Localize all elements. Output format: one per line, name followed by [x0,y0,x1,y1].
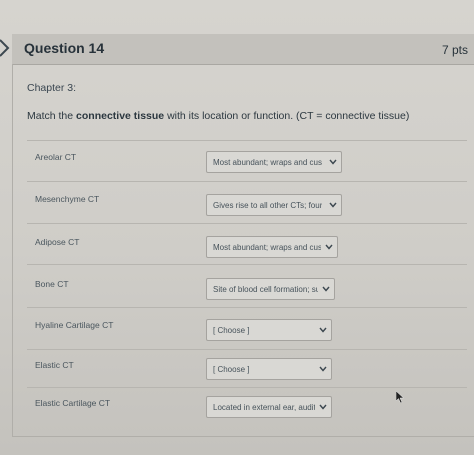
select-value: [ Choose ] [213,364,250,374]
match-select-elastic-cartilage[interactable]: Located in external ear, audito [206,396,332,418]
match-select-bone[interactable]: Site of blood cell formation; su [206,278,335,300]
select-value: Located in external ear, audito [213,402,315,412]
prompt-text-after: with its location or function. (CT = con… [164,110,410,122]
select-value: Most abundant; wraps and cus [213,157,322,167]
match-row-label: Adipose CT [35,237,80,247]
match-row-label: Hyaline Cartilage CT [35,320,114,330]
divider [27,349,467,350]
divider [27,264,467,265]
chevron-down-icon [325,244,333,250]
divider [27,140,467,141]
prompt-text-before: Match the [27,110,77,122]
match-row-label: Mesenchyme CT [35,194,100,204]
question-title: Question 14 [24,40,105,56]
chevron-down-icon [329,159,337,165]
match-select-areolar[interactable]: Most abundant; wraps and cus [206,151,342,173]
back-arrow-icon[interactable] [0,34,12,62]
select-value: [ Choose ] [213,325,250,335]
chevron-down-icon [329,202,337,208]
chevron-down-icon [319,404,327,410]
quiz-page: Question 14 7 pts Chapter 3: Match the c… [0,0,474,455]
chapter-label: Chapter 3: [27,82,77,94]
match-select-elastic[interactable]: [ Choose ] [206,358,332,380]
question-header: Question 14 7 pts [12,34,474,65]
question-prompt: Match the connective tissue with its loc… [27,110,409,122]
chevron-down-icon [319,366,327,372]
chevron-down-icon [322,286,330,292]
match-row-label: Bone CT [35,279,69,289]
divider [27,307,467,308]
match-select-adipose[interactable]: Most abundant; wraps and cus [206,236,338,258]
match-select-hyaline-cartilage[interactable]: [ Choose ] [206,319,332,341]
select-value: Gives rise to all other CTs; four [213,200,323,210]
select-value: Most abundant; wraps and cus [213,242,321,252]
mouse-pointer-icon [396,391,404,403]
question-points: 7 pts [441,43,468,57]
chevron-down-icon [319,327,327,333]
match-row-label: Elastic Cartilage CT [35,398,111,408]
divider [27,181,467,182]
divider [27,387,467,388]
prompt-text-bold: connective tissue [76,110,165,122]
select-value: Site of blood cell formation; su [213,284,318,294]
question-body: Chapter 3: Match the connective tissue w… [12,64,474,437]
match-select-mesenchyme[interactable]: Gives rise to all other CTs; four [206,194,342,216]
match-row-label: Areolar CT [35,152,77,162]
match-row-label: Elastic CT [35,360,74,370]
divider [27,223,467,224]
